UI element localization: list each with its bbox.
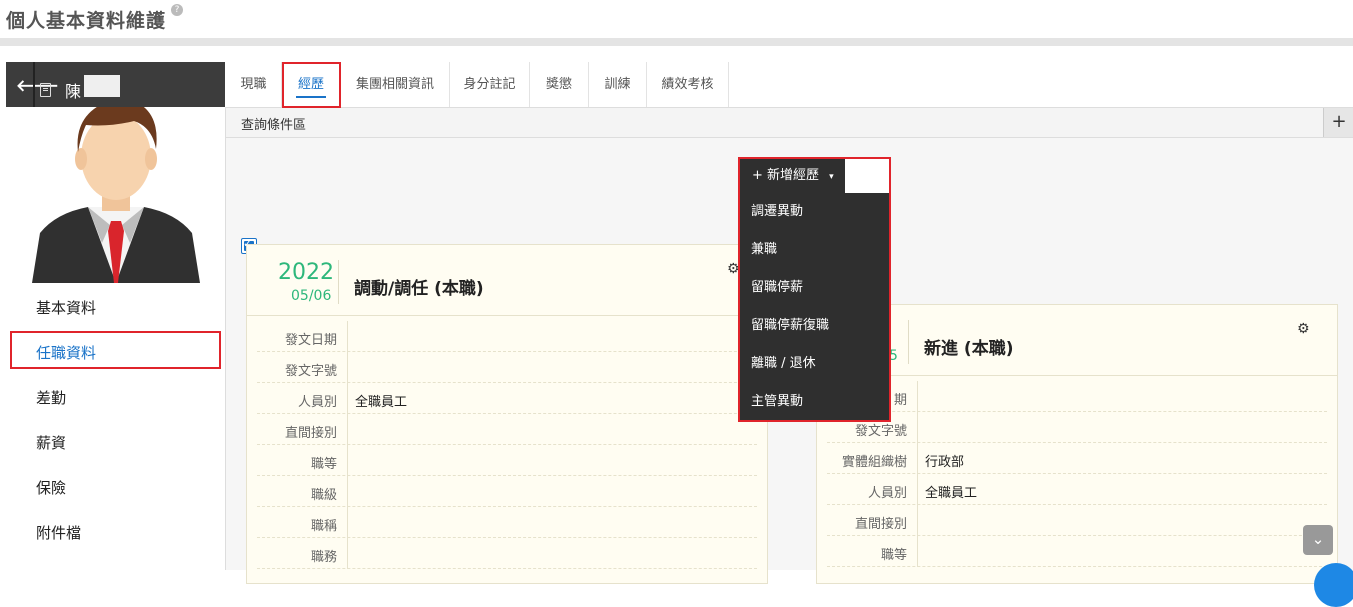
field-separator	[347, 507, 348, 538]
field-row: 實體組織樹 行政部	[827, 443, 1327, 474]
dropdown-item-transfer[interactable]: 調遷異動	[740, 193, 889, 231]
field-label: 人員別	[867, 486, 907, 501]
field-separator	[347, 445, 348, 476]
field-label: 直間接別	[854, 517, 907, 532]
chevron-down-icon[interactable]: ⌄	[1303, 525, 1333, 555]
card-title: 調動/調任 (本職)	[354, 279, 484, 299]
name-redaction	[84, 75, 120, 97]
field-value: 全職員工	[925, 486, 978, 501]
menu-item-basic[interactable]: 基本資料	[6, 286, 225, 330]
field-label: 職務	[310, 550, 337, 565]
header-divider	[0, 38, 1353, 46]
avatar	[6, 107, 225, 283]
field-row: 直間接別	[827, 505, 1327, 536]
dropdown-item-concurrent[interactable]: 兼職	[740, 231, 889, 269]
tab-group-info[interactable]: 集團相關資訊	[341, 62, 450, 107]
field-label: 發文字號	[284, 364, 337, 379]
card-header: 1 5 新進 (本職) ⚙	[817, 305, 1337, 376]
expand-icon[interactable]: +	[1323, 108, 1353, 137]
field-value: 全職員工	[355, 395, 408, 410]
highlight-box	[282, 62, 341, 108]
field-row: 直間接別	[257, 414, 757, 445]
page-title: 個人基本資料維護	[6, 10, 167, 32]
add-history-button[interactable]: + 新增經歷 ▾	[740, 159, 845, 193]
id-card-icon	[40, 83, 51, 97]
gear-icon[interactable]: ⚙	[1297, 321, 1310, 337]
profile-header: 🡐 陳	[6, 62, 225, 107]
menu-item-salary[interactable]: 薪資	[6, 421, 225, 465]
field-row: 期	[827, 381, 1327, 412]
field-row: 職稱	[257, 507, 757, 538]
tab-rewards[interactable]: 獎懲	[530, 62, 589, 107]
history-card: 2022 05/06 調動/調任 (本職) ⚙ 發文日期 發文字號 人員別 全職員…	[246, 244, 768, 584]
tab-identity-note[interactable]: 身分註記	[450, 62, 530, 107]
field-separator	[917, 474, 918, 505]
caret-down-icon: ▾	[829, 172, 834, 182]
card-title: 新進 (本職)	[924, 339, 1014, 359]
dropdown-menu: 調遷異動 兼職 留職停薪 留職停薪復職 離職 / 退休 主管異動	[740, 193, 889, 420]
field-label: 職等	[310, 457, 337, 472]
field-separator	[347, 383, 348, 414]
field-row: 職等	[257, 445, 757, 476]
field-separator	[347, 352, 348, 383]
field-separator	[347, 321, 348, 352]
menu-item-attachments[interactable]: 附件檔	[6, 511, 225, 555]
dropdown-item-resignation[interactable]: 離職 / 退休	[740, 345, 889, 383]
field-separator	[917, 443, 918, 474]
field-value: 行政部	[925, 455, 965, 470]
field-separator	[917, 536, 918, 567]
query-label[interactable]: 查詢條件區	[241, 114, 306, 133]
field-label: 實體組織樹	[841, 455, 907, 470]
field-separator	[917, 505, 918, 536]
field-separator	[917, 381, 918, 412]
field-label: 直間接別	[284, 426, 337, 441]
field-row: 發文日期	[257, 321, 757, 352]
field-row: 職務	[257, 538, 757, 569]
query-bar: 查詢條件區 +	[226, 108, 1353, 138]
tab-current[interactable]: 現職	[226, 62, 282, 107]
field-label: 發文日期	[284, 333, 337, 348]
header-separator	[33, 62, 35, 107]
field-label: 職稱	[310, 519, 337, 534]
arrow-left-icon[interactable]: 🡐	[16, 78, 59, 94]
field-row: 人員別 全職員工	[827, 474, 1327, 505]
field-label: 職等	[880, 548, 907, 563]
dropdown-item-supervisor-change[interactable]: 主管異動	[740, 383, 889, 421]
tab-training[interactable]: 訓練	[589, 62, 647, 107]
card-year: 2022	[278, 260, 334, 285]
dropdown-item-reinstatement[interactable]: 留職停薪復職	[740, 307, 889, 345]
menu-item-insurance[interactable]: 保險	[6, 466, 225, 510]
user-name: 陳	[65, 82, 82, 101]
help-icon[interactable]: ?	[171, 4, 183, 16]
check-icon: ✓	[243, 237, 253, 250]
menu-item-attendance[interactable]: 差勤	[6, 376, 225, 420]
field-separator	[917, 412, 918, 443]
field-row: 發文字號	[257, 352, 757, 383]
field-separator	[347, 414, 348, 445]
field-separator	[347, 476, 348, 507]
highlight-box	[10, 331, 221, 369]
field-separator	[347, 538, 348, 569]
field-row: 職級	[257, 476, 757, 507]
field-row: 人員別 全職員工	[257, 383, 757, 414]
field-row: 發文字號	[827, 412, 1327, 443]
card-header: 2022 05/06 調動/調任 (本職) ⚙	[247, 245, 767, 316]
field-label: 發文字號	[854, 424, 907, 439]
add-history-label: + 新增經歷	[752, 168, 820, 183]
header-separator	[338, 260, 339, 304]
field-row: 職等	[827, 536, 1327, 567]
avatar-illustration	[32, 107, 200, 283]
history-card: 1 5 新進 (本職) ⚙ 期 發文字號 實體組織樹 行政部 人員別 全職員工 直間…	[816, 304, 1338, 584]
header-separator	[908, 320, 909, 364]
field-label: 人員別	[297, 395, 337, 410]
add-history-dropdown: + 新增經歷 ▾ 調遷異動 兼職 留職停薪 留職停薪復職 離職 / 退休 主管異…	[738, 157, 891, 422]
dropdown-item-unpaid-leave[interactable]: 留職停薪	[740, 269, 889, 307]
field-label: 職級	[310, 488, 337, 503]
tab-bar: 現職 經歷 集團相關資訊 身分註記 獎懲 訓練 績效考核	[226, 62, 1353, 108]
tab-performance[interactable]: 績效考核	[647, 62, 729, 107]
card-date: 05/06	[291, 288, 332, 304]
